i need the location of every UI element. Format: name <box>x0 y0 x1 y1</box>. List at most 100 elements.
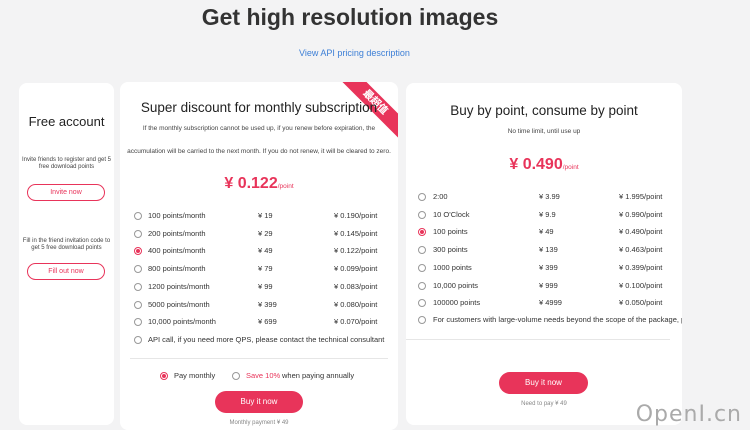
plan-unit-price: ¥ 0.080/point <box>334 299 378 309</box>
invite-description: Invite friends to register and get 5 fre… <box>21 157 112 170</box>
monthly-price-unit: /point <box>277 183 294 190</box>
pay-monthly-label: Pay monthly <box>174 371 216 380</box>
plan-unit-price: ¥ 0.099/point <box>334 264 378 274</box>
large-volume-label: For customers with large-volume needs be… <box>433 315 682 324</box>
page-title: Get high resolution images <box>201 4 499 30</box>
monthly-subscription-card: 最超值 Super discount for monthly subscript… <box>120 82 398 430</box>
fill-code-description: Fill in the friend invitation code to ge… <box>22 238 111 251</box>
plan-radio[interactable] <box>418 210 426 219</box>
plan-price: ¥ 79 <box>258 264 273 274</box>
monthly-price-value: ¥ 0.122 <box>224 175 278 192</box>
plan-price: ¥ 699 <box>258 317 277 327</box>
plan-radio[interactable] <box>134 212 142 220</box>
plan-price: ¥ 29 <box>258 228 273 238</box>
plan-option[interactable]: 200 points/month ¥ 29 ¥ 0.145/point <box>134 229 384 241</box>
plan-option[interactable]: 100000 points ¥ 4999 ¥ 0.050/point <box>418 298 668 310</box>
plan-price: ¥ 4999 <box>539 298 562 308</box>
plan-option[interactable]: 10,000 points ¥ 999 ¥ 0.100/point <box>418 281 668 293</box>
plan-option[interactable]: 100 points/month ¥ 19 ¥ 0.190/point <box>134 211 384 223</box>
plan-points: 200 points/month <box>148 228 206 238</box>
pay-annually-radio[interactable] <box>232 372 240 380</box>
monthly-price: ¥ 0.122/point <box>120 175 398 193</box>
plan-price: ¥ 399 <box>258 299 277 309</box>
plan-unit-price: ¥ 0.083/point <box>334 281 378 291</box>
plan-points: 800 points/month <box>148 264 206 274</box>
plan-unit-price: ¥ 0.490/point <box>619 227 663 237</box>
watermark: OpenI.cn <box>635 402 742 427</box>
plan-option[interactable]: 800 points/month ¥ 79 ¥ 0.099/point <box>134 264 384 276</box>
pay-annually-label: when paying annually <box>282 371 355 380</box>
plan-price: ¥ 49 <box>539 227 554 237</box>
plan-unit-price: ¥ 1.995/point <box>619 192 663 201</box>
plan-option[interactable]: 2:00 ¥ 3.99 ¥ 1.995/point <box>418 192 668 204</box>
plan-radio[interactable] <box>418 263 426 272</box>
invite-now-button[interactable]: Invite now <box>27 184 105 201</box>
free-account-card: Free account Invite friends to register … <box>19 83 114 425</box>
large-volume-radio[interactable] <box>418 316 426 324</box>
plan-option[interactable]: 10,000 points/month ¥ 699 ¥ 0.070/point <box>134 317 384 329</box>
api-call-radio[interactable] <box>134 336 142 344</box>
plan-points: 100 points <box>433 227 468 237</box>
free-account-title: Free account <box>28 114 105 129</box>
plan-price: ¥ 3.99 <box>539 192 560 201</box>
plan-radio[interactable] <box>418 281 426 290</box>
plan-unit-price: ¥ 0.070/point <box>334 317 378 327</box>
plan-radio[interactable] <box>134 282 142 291</box>
plan-option[interactable]: 10 O'Clock ¥ 9.9 ¥ 0.990/point <box>418 210 668 222</box>
large-volume-option[interactable]: For customers with large-volume needs be… <box>418 315 682 327</box>
plan-unit-price: ¥ 0.990/point <box>619 209 663 219</box>
plan-points: 400 points/month <box>148 246 206 256</box>
plan-option[interactable]: 1200 points/month ¥ 99 ¥ 0.083/point <box>134 282 384 294</box>
plan-price: ¥ 9.9 <box>539 209 556 219</box>
pay-annually-option[interactable]: Save 10% when paying annually <box>232 371 392 383</box>
point-buy-button[interactable]: Buy it now <box>499 372 588 394</box>
plan-option[interactable]: 1000 points ¥ 399 ¥ 0.399/point <box>418 263 668 275</box>
point-divider <box>406 339 670 340</box>
plan-radio[interactable] <box>418 299 426 308</box>
plan-radio[interactable] <box>134 300 142 309</box>
plan-option[interactable]: 300 points ¥ 139 ¥ 0.463/point <box>418 245 668 257</box>
plan-radio[interactable] <box>134 318 142 327</box>
plan-price: ¥ 399 <box>539 262 558 272</box>
plan-points: 10 O'Clock <box>433 209 470 219</box>
plan-price: ¥ 99 <box>258 281 273 291</box>
plan-price: ¥ 19 <box>258 211 273 220</box>
plan-option[interactable]: 400 points/month ¥ 49 ¥ 0.122/point <box>134 246 384 258</box>
plan-radio[interactable] <box>134 247 142 256</box>
api-pricing-link[interactable]: View API pricing description <box>0 48 709 58</box>
monthly-buy-button[interactable]: Buy it now <box>215 391 303 413</box>
api-call-label: API call, if you need more QPS, please c… <box>148 335 385 344</box>
plan-option[interactable]: 5000 points/month ¥ 399 ¥ 0.080/point <box>134 300 384 312</box>
plan-radio[interactable] <box>418 193 426 201</box>
monthly-title: Super discount for monthly subscription <box>140 100 378 115</box>
point-price: ¥ 0.490/point <box>406 156 682 174</box>
plan-unit-price: ¥ 0.463/point <box>619 245 663 255</box>
plan-points: 10,000 points <box>433 280 479 290</box>
pay-monthly-radio[interactable] <box>160 372 168 380</box>
point-price-value: ¥ 0.490 <box>509 156 563 173</box>
plan-points: 1000 points <box>433 262 472 272</box>
monthly-desc-line1: If the monthly subscription cannot be us… <box>142 125 376 132</box>
point-price-unit: /point <box>562 164 579 171</box>
plan-radio[interactable] <box>134 265 142 274</box>
plan-points: 5000 points/month <box>148 299 210 309</box>
point-subtitle: No time limit, until use up <box>507 128 581 135</box>
monthly-divider <box>130 358 388 359</box>
plan-unit-price: ¥ 0.145/point <box>334 228 378 238</box>
plan-option[interactable]: 100 points ¥ 49 ¥ 0.490/point <box>418 227 668 239</box>
plan-unit-price: ¥ 0.100/point <box>619 280 663 290</box>
plan-price: ¥ 49 <box>258 246 273 256</box>
monthly-desc-line2: accumulation will be carried to the next… <box>127 148 391 155</box>
save-percent-label: Save 10% <box>246 371 281 380</box>
plan-radio[interactable] <box>418 246 426 255</box>
plan-points: 2:00 <box>433 192 448 201</box>
plan-points: 100000 points <box>433 298 481 308</box>
fill-out-now-button[interactable]: Fill out now <box>27 263 105 280</box>
plan-radio[interactable] <box>418 228 426 237</box>
plan-unit-price: ¥ 0.399/point <box>619 262 663 272</box>
point-title: Buy by point, consume by point <box>450 103 638 118</box>
api-call-option[interactable]: API call, if you need more QPS, please c… <box>134 335 396 347</box>
plan-radio[interactable] <box>134 229 142 238</box>
plan-points: 10,000 points/month <box>148 317 216 327</box>
plan-unit-price: ¥ 0.122/point <box>334 246 378 256</box>
